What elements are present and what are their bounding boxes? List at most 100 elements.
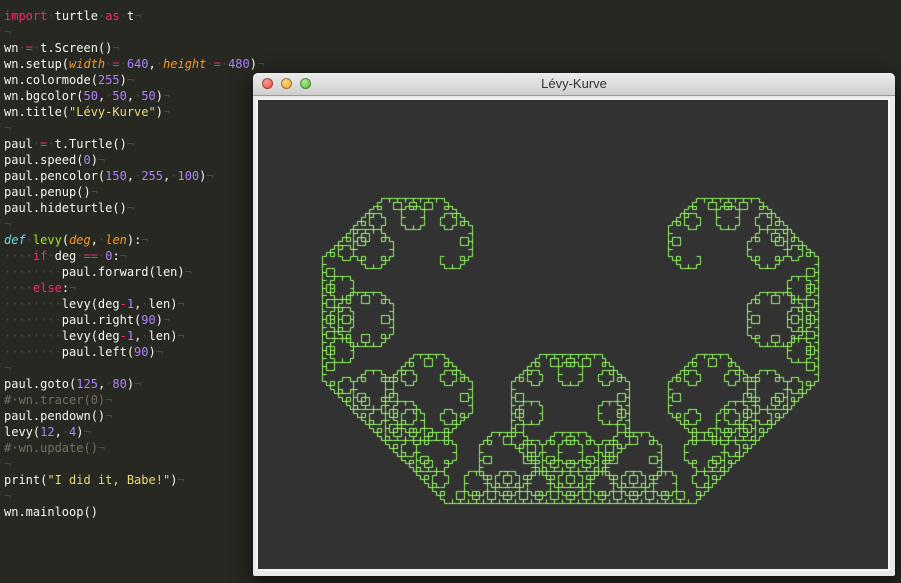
code-token: - xyxy=(119,297,127,311)
code-token: · xyxy=(119,57,127,71)
code-token: ) xyxy=(155,89,164,103)
code-token: paul.left( xyxy=(61,345,135,359)
code-line: ········paul.right(90)¬ xyxy=(4,312,170,328)
code-token: 640 xyxy=(126,57,149,71)
code-token: ¬ xyxy=(162,105,171,119)
code-token: == xyxy=(83,249,98,263)
code-token: 1 xyxy=(126,297,135,311)
code-line: ········paul.forward(len)¬ xyxy=(4,264,192,280)
code-line: paul.penup()¬ xyxy=(4,184,98,200)
code-token: wn.mainloop() xyxy=(4,505,98,519)
code-token: 255 xyxy=(97,73,120,87)
code-token: · xyxy=(61,425,70,439)
code-line: levy(12,·4)¬ xyxy=(4,424,91,440)
code-token: · xyxy=(76,249,84,263)
code-token: ) xyxy=(76,425,84,439)
window-title: Lévy-Kurve xyxy=(541,76,607,91)
code-token: ¬ xyxy=(177,329,185,343)
code-token: ¬ xyxy=(126,137,135,151)
code-token: 255 xyxy=(141,169,163,183)
code-token: 480 xyxy=(228,57,250,71)
code-token: ¬ xyxy=(4,489,12,503)
code-token: : xyxy=(61,281,70,295)
code-token: ¬ xyxy=(126,73,135,87)
code-token: len) xyxy=(148,329,178,343)
code-token: 0 xyxy=(83,153,91,167)
code-token: ) xyxy=(249,57,257,71)
code-token: ) xyxy=(119,73,127,87)
code-token: 90 xyxy=(134,345,149,359)
code-token: : xyxy=(112,249,120,263)
code-token: len) xyxy=(148,297,178,311)
code-token: ¬ xyxy=(162,313,171,327)
code-token: ¬ xyxy=(4,361,12,375)
code-token: paul xyxy=(4,137,33,151)
code-line: wn.setup(width·=·640,·height·=·480)¬ xyxy=(4,56,264,72)
code-token: ¬ xyxy=(69,281,77,295)
code-line: paul.hideturtle()¬ xyxy=(4,200,134,216)
code-token: ¬ xyxy=(112,41,120,55)
code-token: ¬ xyxy=(90,185,98,199)
code-token: ¬ xyxy=(4,121,12,135)
code-token: height xyxy=(163,57,207,71)
code-line: ¬ xyxy=(4,456,11,472)
code-token: deg xyxy=(54,249,77,263)
code-token: ¬ xyxy=(4,457,12,471)
code-line: paul.pencolor(150,·255,·100)¬ xyxy=(4,168,214,184)
code-token: width xyxy=(69,57,106,71)
code-line: ········paul.left(90)¬ xyxy=(4,344,163,360)
code-token: ········ xyxy=(4,265,62,279)
code-token: ( xyxy=(61,233,70,247)
code-line: import·turtle·as·t¬ xyxy=(4,8,141,24)
code-token: ¬ xyxy=(134,9,142,23)
code-token: , xyxy=(126,89,135,103)
code-token: paul.pencolor( xyxy=(4,169,106,183)
code-token: · xyxy=(220,57,229,71)
code-token: ) xyxy=(155,105,163,119)
code-token: ¬ xyxy=(119,249,127,263)
code-token: 90 xyxy=(141,313,156,327)
code-token: ¬ xyxy=(105,409,113,423)
code-token: 12 xyxy=(40,425,55,439)
code-token: · xyxy=(25,233,33,247)
code-token: wn.bgcolor( xyxy=(4,89,84,103)
code-token: levy( xyxy=(4,425,41,439)
code-line: paul·=·t.Turtle()¬ xyxy=(4,136,134,152)
code-line: ¬ xyxy=(4,360,11,376)
code-token: "I did it, Babe!" xyxy=(47,473,171,487)
code-token: ········ xyxy=(4,313,62,327)
code-token: - xyxy=(119,329,127,343)
code-line: wn.mainloop() xyxy=(4,504,98,520)
code-token: · xyxy=(47,9,55,23)
code-token: 80 xyxy=(112,377,127,391)
code-token: ¬ xyxy=(83,425,91,439)
code-token: deg xyxy=(69,233,91,247)
code-token: 100 xyxy=(177,169,200,183)
code-token: ···· xyxy=(4,281,33,295)
code-token: · xyxy=(206,57,214,71)
code-token: · xyxy=(141,329,149,343)
code-token: ¬ xyxy=(155,345,163,359)
turtle-window[interactable]: Lévy-Kurve xyxy=(253,73,895,576)
code-token: = xyxy=(213,57,221,71)
code-token: = xyxy=(25,41,33,55)
code-token: wn.colormode( xyxy=(4,73,98,87)
window-titlebar[interactable]: Lévy-Kurve xyxy=(253,73,895,96)
code-token: · xyxy=(47,137,55,151)
code-line: print("I did it, Babe!")¬ xyxy=(4,472,185,488)
code-token: ¬ xyxy=(134,377,142,391)
code-token: paul.forward(len) xyxy=(61,265,185,279)
code-token: · xyxy=(18,41,26,55)
code-token: ) xyxy=(148,345,156,359)
code-token: ¬ xyxy=(206,169,214,183)
code-token: 50 xyxy=(83,89,98,103)
code-token: , xyxy=(90,233,98,247)
code-token: "Lévy-Kurve" xyxy=(69,105,156,119)
code-token: 50 xyxy=(112,89,127,103)
code-token: t.Screen() xyxy=(40,41,113,55)
turtle-canvas-frame xyxy=(256,98,890,571)
code-token: ···· xyxy=(4,249,33,263)
code-token: import xyxy=(4,9,48,23)
code-token: 1 xyxy=(126,329,135,343)
code-token: paul.speed( xyxy=(4,153,84,167)
